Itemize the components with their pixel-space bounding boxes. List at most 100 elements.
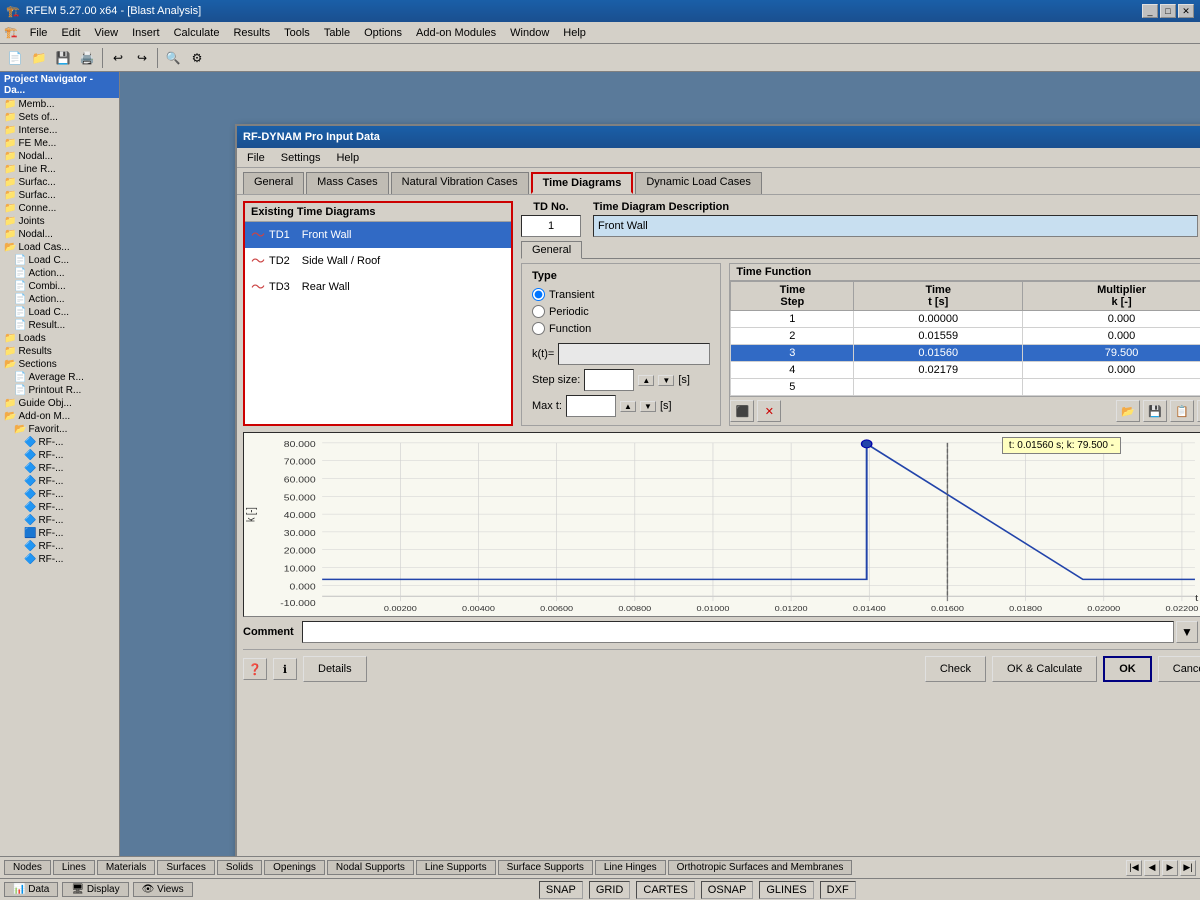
nav-item-liner[interactable]: 📁Line R... — [0, 163, 119, 176]
nav-item-surfac2[interactable]: 📁Surfac... — [0, 189, 119, 202]
type-function-label[interactable]: Function — [532, 322, 710, 335]
type-transient-radio[interactable] — [532, 288, 545, 301]
undo-button[interactable]: ↩ — [107, 47, 129, 69]
nav-item-nodal[interactable]: 📁Nodal... — [0, 150, 119, 163]
bottom-tab-solids[interactable]: Solids — [217, 860, 262, 875]
tf-delete-row-button[interactable]: ✕ — [757, 400, 781, 422]
ok-calculate-button[interactable]: OK & Calculate — [992, 656, 1097, 682]
nav-item-sets[interactable]: 📁Sets of... — [0, 111, 119, 124]
bottom-tab-nodal-supports[interactable]: Nodal Supports — [327, 860, 414, 875]
tf-row-2[interactable]: 2 0.01559 0.000 — [731, 328, 1200, 345]
nav-item-rf2[interactable]: 🔷RF-... — [0, 449, 119, 462]
footer-info-button[interactable]: ℹ — [273, 658, 297, 680]
td-list-item-2[interactable]: 〜 TD2 Side Wall / Roof — [245, 248, 511, 274]
nav-item-rf7[interactable]: 🔷RF-... — [0, 514, 119, 527]
menu-file[interactable]: File — [24, 25, 54, 41]
tab-time-diagrams[interactable]: Time Diagrams — [531, 172, 634, 194]
cancel-button[interactable]: Cancel — [1158, 656, 1200, 682]
status-dxf[interactable]: DXF — [820, 881, 856, 899]
max-t-up[interactable]: ▲ — [620, 401, 636, 412]
nav-item-nodal2[interactable]: 📁Nodal... — [0, 228, 119, 241]
tab-general[interactable]: General — [243, 172, 304, 194]
nav-tab-data[interactable]: 📊 Data — [4, 882, 58, 897]
nav-item-rf10[interactable]: 🔷RF-... — [0, 553, 119, 566]
nav-item-favorites[interactable]: 📂Favorit... — [0, 423, 119, 436]
nav-item-results[interactable]: 📁Results — [0, 345, 119, 358]
tf-row-3[interactable]: 3 0.01560 79.500 — [731, 345, 1200, 362]
menu-tools[interactable]: Tools — [278, 25, 316, 41]
type-periodic-label[interactable]: Periodic — [532, 305, 710, 318]
nav-item-rf4[interactable]: 🔷RF-... — [0, 475, 119, 488]
maximize-button[interactable]: □ — [1160, 4, 1176, 18]
nav-item-addon[interactable]: 📂Add-on M... — [0, 410, 119, 423]
tab-natural-vibration[interactable]: Natural Vibration Cases — [391, 172, 529, 194]
bottom-tab-surfaces[interactable]: Surfaces — [157, 860, 214, 875]
nav-item-feme[interactable]: 📁FE Me... — [0, 137, 119, 150]
bottom-tab-surface-supports[interactable]: Surface Supports — [498, 860, 593, 875]
tf-row-5[interactable]: 5 — [731, 379, 1200, 396]
nav-item-rf9[interactable]: 🔷RF-... — [0, 540, 119, 553]
nav-item-printout[interactable]: 📄Printout R... — [0, 384, 119, 397]
nav-item-loadc[interactable]: 📄Load C... — [0, 254, 119, 267]
ok-button[interactable]: OK — [1103, 656, 1152, 682]
menu-calculate[interactable]: Calculate — [168, 25, 226, 41]
step-size-down[interactable]: ▼ — [658, 375, 674, 386]
tab-mass-cases[interactable]: Mass Cases — [306, 172, 389, 194]
nav-item-rf5[interactable]: 🔷RF-... — [0, 488, 119, 501]
nav-item-rf1[interactable]: 🔷RF-... — [0, 436, 119, 449]
zoom-in-button[interactable]: 🔍 — [162, 47, 184, 69]
nav-item-loadc2[interactable]: 📄Load C... — [0, 306, 119, 319]
dialog-menu-file[interactable]: File — [241, 151, 271, 165]
bottom-tab-lines[interactable]: Lines — [53, 860, 95, 875]
nav-item-joints[interactable]: 📁Joints — [0, 215, 119, 228]
comment-input[interactable] — [302, 621, 1174, 643]
menu-edit[interactable]: Edit — [55, 25, 86, 41]
bottom-tab-line-supports[interactable]: Line Supports — [416, 860, 496, 875]
minimize-button[interactable]: _ — [1142, 4, 1158, 18]
nav-item-action1[interactable]: 📄Action... — [0, 267, 119, 280]
dialog-menu-settings[interactable]: Settings — [275, 151, 327, 165]
title-controls[interactable]: _ □ ✕ — [1142, 4, 1194, 18]
general-sub-tab[interactable]: General — [521, 241, 582, 259]
nav-item-result2[interactable]: 📄Result... — [0, 319, 119, 332]
close-button[interactable]: ✕ — [1178, 4, 1194, 18]
tf-copy-button[interactable]: 📋 — [1170, 400, 1194, 422]
menu-view[interactable]: View — [88, 25, 124, 41]
max-t-input[interactable] — [566, 395, 616, 417]
bottom-nav-next[interactable]: ▶ — [1162, 860, 1178, 876]
bottom-nav-last[interactable]: ▶| — [1180, 860, 1196, 876]
status-cartes[interactable]: CARTES — [636, 881, 694, 899]
bottom-nav-prev[interactable]: ◀ — [1144, 860, 1160, 876]
status-osnap[interactable]: OSNAP — [701, 881, 754, 899]
tf-add-row-button[interactable]: ⬛ — [730, 400, 754, 422]
bottom-tab-line-hinges[interactable]: Line Hinges — [595, 860, 666, 875]
bottom-tab-orthotropic[interactable]: Orthotropic Surfaces and Membranes — [668, 860, 853, 875]
redo-button[interactable]: ↪ — [131, 47, 153, 69]
bottom-tab-materials[interactable]: Materials — [97, 860, 156, 875]
status-glines[interactable]: GLINES — [759, 881, 813, 899]
footer-help-button[interactable]: ❓ — [243, 658, 267, 680]
properties-button[interactable]: ⚙ — [186, 47, 208, 69]
nav-item-action2[interactable]: 📄Action... — [0, 293, 119, 306]
menu-help[interactable]: Help — [557, 25, 592, 41]
bottom-tab-openings[interactable]: Openings — [264, 860, 325, 875]
kt-input[interactable] — [558, 343, 710, 365]
tab-dynamic-load-cases[interactable]: Dynamic Load Cases — [635, 172, 762, 194]
nav-item-interse[interactable]: 📁Interse... — [0, 124, 119, 137]
comment-dropdown[interactable]: ▼ — [1176, 621, 1198, 643]
nav-item-guide[interactable]: 📁Guide Obj... — [0, 397, 119, 410]
menu-options[interactable]: Options — [358, 25, 408, 41]
nav-item-memb[interactable]: 📁Memb... — [0, 98, 119, 111]
nav-tab-views[interactable]: 👁 Views — [133, 882, 193, 897]
new-button[interactable]: 📄 — [4, 47, 26, 69]
nav-tab-display[interactable]: 🖥 Display — [62, 882, 128, 897]
menu-window[interactable]: Window — [504, 25, 555, 41]
td-no-input[interactable] — [521, 215, 581, 237]
menu-results[interactable]: Results — [227, 25, 276, 41]
type-transient-label[interactable]: Transient — [532, 288, 710, 301]
type-periodic-radio[interactable] — [532, 305, 545, 318]
bottom-tab-nodes[interactable]: Nodes — [4, 860, 51, 875]
save-button[interactable]: 💾 — [52, 47, 74, 69]
menu-addon[interactable]: Add-on Modules — [410, 25, 502, 41]
type-function-radio[interactable] — [532, 322, 545, 335]
